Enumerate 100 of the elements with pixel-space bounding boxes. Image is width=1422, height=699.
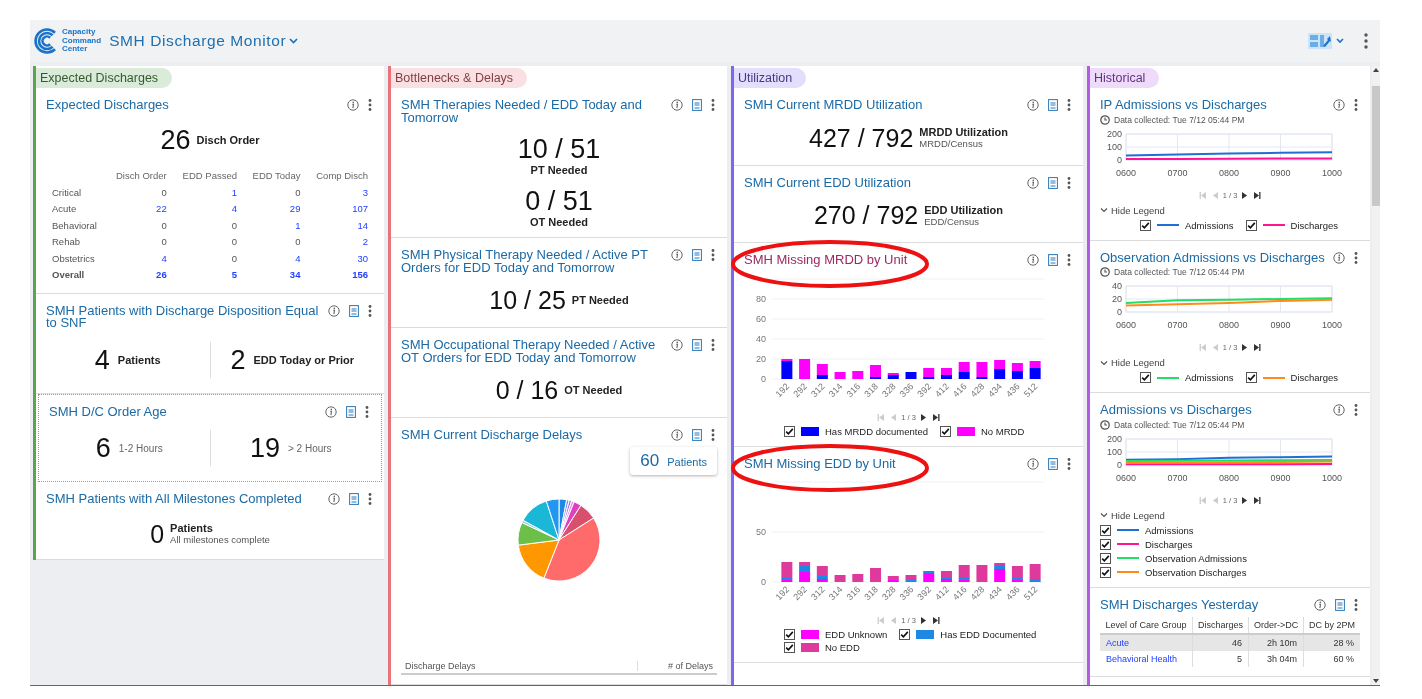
document-icon[interactable] bbox=[692, 339, 702, 351]
menu-icon[interactable] bbox=[1067, 254, 1071, 266]
document-icon[interactable] bbox=[349, 493, 359, 505]
info-icon[interactable] bbox=[1333, 99, 1345, 111]
cell-link[interactable]: 4 bbox=[172, 201, 243, 218]
checkbox[interactable] bbox=[1100, 538, 1111, 550]
cell-link[interactable]: 29 bbox=[243, 201, 307, 218]
dashboard-tools-icon[interactable] bbox=[1308, 33, 1332, 49]
menu-icon[interactable] bbox=[711, 429, 715, 441]
card-title[interactable]: SMH Therapies Needed / EDD Today and Tomorrow bbox=[401, 99, 663, 124]
info-icon[interactable] bbox=[671, 249, 683, 261]
cell-link[interactable]: 14 bbox=[306, 217, 374, 234]
menu-icon[interactable] bbox=[1354, 99, 1358, 111]
scroll-down-icon[interactable] bbox=[1372, 677, 1380, 685]
checkbox[interactable] bbox=[784, 425, 795, 437]
menu-icon[interactable] bbox=[368, 304, 372, 317]
dashboard-title[interactable]: SMH Discharge Monitor bbox=[109, 32, 287, 50]
card-title[interactable]: SMH Occupational Therapy Needed / Active OT Orders for EDD Today and Tomorrow bbox=[401, 339, 663, 364]
caret-icon[interactable] bbox=[289, 38, 299, 44]
card-title[interactable]: SMH Missing MRDD by Unit bbox=[744, 254, 1019, 267]
checkbox[interactable] bbox=[784, 629, 795, 640]
document-icon[interactable] bbox=[349, 304, 359, 317]
cell-link[interactable]: Behavioral Health bbox=[1100, 651, 1193, 667]
chevron-icon[interactable] bbox=[1100, 512, 1108, 518]
card-title[interactable]: SMH Missing EDD by Unit bbox=[744, 457, 1019, 470]
menu-icon[interactable] bbox=[711, 339, 715, 351]
menu-icon[interactable] bbox=[1354, 598, 1358, 611]
info-icon[interactable] bbox=[671, 339, 683, 351]
cell-link[interactable]: 4 bbox=[243, 250, 307, 267]
cell-link[interactable]: 3 bbox=[306, 184, 374, 201]
menu-icon[interactable] bbox=[368, 493, 372, 505]
card-title[interactable]: Admissions vs Discharges bbox=[1100, 404, 1325, 417]
document-icon[interactable] bbox=[1048, 176, 1058, 189]
info-icon[interactable] bbox=[328, 493, 340, 505]
legend-toggle[interactable]: Hide Legend bbox=[1100, 509, 1165, 521]
info-icon[interactable] bbox=[1027, 176, 1039, 189]
menu-icon[interactable] bbox=[1067, 457, 1071, 470]
document-icon[interactable] bbox=[1048, 457, 1058, 470]
count-badge[interactable]: 60 Patients bbox=[630, 447, 717, 475]
card-title[interactable]: SMH Patients with All Milestones Completed bbox=[46, 493, 320, 506]
cell-link[interactable]: 107 bbox=[306, 201, 374, 218]
checkbox[interactable] bbox=[1140, 372, 1151, 383]
info-icon[interactable] bbox=[1314, 598, 1326, 611]
card-title[interactable]: SMH Current Discharge Delays bbox=[401, 429, 625, 442]
checkbox[interactable] bbox=[899, 629, 911, 640]
cell-link[interactable]: 34 bbox=[243, 267, 307, 284]
menu-icon[interactable] bbox=[368, 99, 372, 111]
document-icon[interactable] bbox=[1048, 254, 1058, 266]
info-icon[interactable] bbox=[1027, 254, 1039, 266]
card-title[interactable]: SMH Physical Therapy Needed / Active PT Orders for EDD Today and Tomorrow bbox=[401, 249, 663, 274]
menu-icon[interactable] bbox=[711, 99, 715, 111]
checkbox[interactable] bbox=[1245, 219, 1257, 231]
scrollbar-thumb[interactable] bbox=[1372, 86, 1380, 206]
menu-icon[interactable] bbox=[1364, 33, 1368, 49]
info-icon[interactable] bbox=[671, 99, 683, 111]
card-title[interactable]: Expected Discharges bbox=[46, 99, 339, 112]
info-icon[interactable] bbox=[328, 304, 340, 317]
next-page-icon[interactable] bbox=[918, 616, 928, 625]
document-icon[interactable] bbox=[346, 405, 356, 418]
checkbox[interactable] bbox=[1100, 552, 1111, 564]
card-title[interactable]: IP Admissions vs Discharges bbox=[1100, 99, 1325, 112]
menu-icon[interactable] bbox=[1067, 176, 1071, 189]
last-page-icon[interactable] bbox=[930, 412, 940, 422]
checkbox[interactable] bbox=[1140, 219, 1151, 231]
checkbox[interactable] bbox=[1245, 372, 1257, 383]
chevron-icon[interactable] bbox=[1100, 359, 1108, 366]
info-icon[interactable] bbox=[325, 405, 337, 418]
card-title[interactable]: SMH Discharges Yesterday bbox=[1100, 598, 1306, 611]
last-page-icon[interactable] bbox=[1252, 495, 1262, 505]
info-icon[interactable] bbox=[1027, 457, 1039, 470]
cell-link[interactable]: 1 bbox=[243, 217, 307, 234]
last-page-icon[interactable] bbox=[1252, 190, 1262, 200]
last-page-icon[interactable] bbox=[930, 616, 940, 625]
card-title[interactable]: Observation Admissions vs Discharges bbox=[1100, 251, 1325, 264]
last-page-icon[interactable] bbox=[1252, 343, 1262, 352]
document-icon[interactable] bbox=[1335, 598, 1345, 611]
menu-icon[interactable] bbox=[1354, 404, 1358, 416]
cell-link[interactable]: 2 bbox=[306, 234, 374, 251]
info-icon[interactable] bbox=[347, 99, 359, 111]
checkbox[interactable] bbox=[1100, 524, 1111, 536]
legend-toggle[interactable]: Hide Legend bbox=[1100, 357, 1165, 368]
legend-toggle[interactable]: Hide Legend bbox=[1100, 204, 1165, 216]
info-icon[interactable] bbox=[1333, 404, 1345, 416]
document-icon[interactable] bbox=[692, 99, 702, 111]
next-page-icon[interactable] bbox=[1240, 343, 1250, 352]
cell-link[interactable]: 156 bbox=[306, 267, 374, 284]
document-icon[interactable] bbox=[1048, 99, 1058, 111]
card-title[interactable]: SMH Current MRDD Utilization bbox=[744, 99, 1019, 112]
cell-link[interactable]: 1 bbox=[172, 184, 243, 201]
menu-icon[interactable] bbox=[1354, 251, 1358, 264]
card-title[interactable]: SMH Current EDD Utilization bbox=[744, 176, 1019, 189]
menu-icon[interactable] bbox=[711, 249, 715, 261]
menu-icon[interactable] bbox=[1067, 99, 1071, 111]
cell-link[interactable]: 5 bbox=[172, 267, 243, 284]
info-icon[interactable] bbox=[671, 429, 683, 441]
next-page-icon[interactable] bbox=[1240, 190, 1250, 200]
scroll-up-icon[interactable] bbox=[1372, 66, 1380, 74]
document-icon[interactable] bbox=[692, 249, 702, 261]
card-title[interactable]: SMH Patients with Discharge Disposition Equal to SNF bbox=[46, 304, 320, 330]
chevron-icon[interactable] bbox=[1100, 207, 1108, 213]
